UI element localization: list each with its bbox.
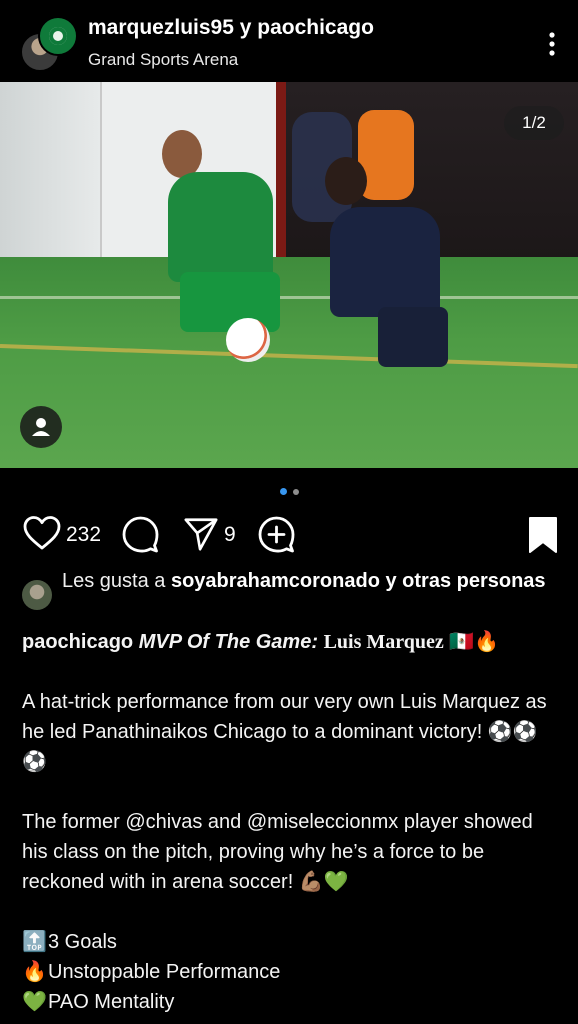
more-options-icon[interactable] — [540, 30, 564, 60]
post-image[interactable]: 1/2 — [0, 82, 578, 468]
likes-summary[interactable]: Les gusta a soyabrahamcoronado y otras p… — [62, 568, 562, 595]
post-author[interactable]: marquezluis95 y paochicago — [88, 16, 374, 40]
remix-icon[interactable] — [256, 514, 296, 554]
post-location[interactable]: Grand Sports Arena — [88, 50, 238, 70]
liker-username[interactable]: soyabrahamcoronado — [171, 570, 380, 592]
caption-paragraph: The former @chivas and @miseleccionmx pl… — [22, 811, 533, 893]
list-item: 🔥Unstoppable Performance — [22, 957, 562, 987]
post-caption: paochicago MVP Of The Game: Luis Marquez… — [22, 627, 562, 1017]
caption-first-line: paochicago MVP Of The Game: Luis Marquez… — [22, 631, 500, 653]
mvp-name: Luis Marquez — [323, 631, 444, 653]
image-counter: 1/2 — [504, 106, 564, 140]
mvp-emoji: 🇲🇽🔥 — [443, 631, 500, 653]
club-badge-avatar[interactable] — [38, 16, 78, 56]
list-item: 🔝3 Goals — [22, 927, 562, 957]
collab-avatars[interactable] — [20, 16, 78, 74]
bookmark-icon[interactable] — [526, 515, 560, 555]
fire-emoji-icon: 🔥 — [22, 961, 47, 983]
mvp-label: MVP Of The Game — [138, 631, 312, 653]
caption-list: 🔝3 Goals 🔥Unstoppable Performance 💚PAO M… — [22, 927, 562, 1017]
top-emoji-icon: 🔝 — [22, 931, 47, 953]
caption-username[interactable]: paochicago — [22, 631, 133, 653]
share-icon[interactable] — [182, 514, 220, 554]
likes-count[interactable]: 232 — [66, 523, 101, 547]
carousel-dot — [293, 489, 299, 495]
post-header: marquezluis95 y paochicago Grand Sports … — [0, 0, 578, 82]
user-icon — [32, 418, 50, 436]
carousel-dot-active — [280, 488, 287, 495]
green-heart-emoji-icon: 💚 — [22, 991, 47, 1013]
caption-paragraph: A hat-trick performance from our very ow… — [22, 691, 547, 773]
comment-icon[interactable] — [120, 514, 160, 554]
tagged-users-button[interactable] — [20, 406, 62, 448]
list-item: 💚PAO Mentality — [22, 987, 562, 1017]
liker-avatar[interactable] — [22, 580, 52, 610]
shares-count[interactable]: 9 — [224, 523, 236, 547]
likes-others[interactable]: y otras personas — [380, 570, 545, 592]
heart-icon[interactable] — [22, 514, 62, 554]
carousel-indicator — [280, 488, 304, 496]
